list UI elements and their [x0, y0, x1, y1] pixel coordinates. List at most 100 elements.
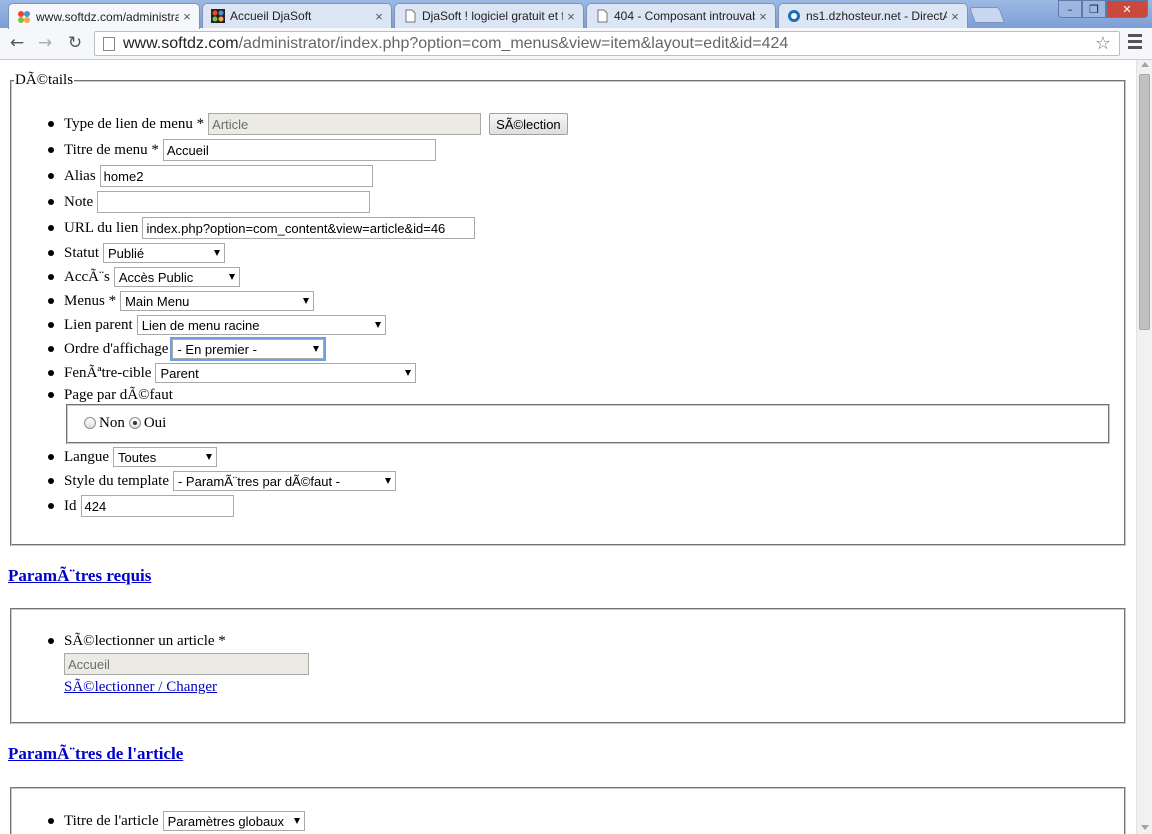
status-select[interactable]: Publié: [103, 243, 226, 263]
row-change-link: SÃ©lectionner / Changer: [64, 676, 217, 698]
row-ordre: Ordre d'affichage - En premier -: [64, 337, 327, 361]
alias-input[interactable]: home2: [99, 165, 373, 187]
list-bullet: [48, 478, 54, 484]
menus-select[interactable]: Main Menu: [120, 291, 315, 311]
article-title-select[interactable]: Paramètres globaux: [162, 811, 305, 831]
list-bullet: [48, 250, 54, 256]
type-input[interactable]: Article: [208, 113, 482, 135]
radio-oui-label: Oui: [143, 414, 167, 431]
dropdown-arrow-icon: [303, 298, 310, 304]
select-article-label: SÃ©lectionner un article *: [64, 632, 226, 649]
row-fenetre: FenÃªtre-cible Parent: [64, 362, 417, 384]
tab-accueil-djasoft[interactable]: Accueil DjaSoft ×: [202, 3, 392, 28]
page-icon: [403, 9, 417, 23]
target-select[interactable]: Parent: [155, 363, 417, 383]
row-url: URL du lien index.php?option=com_content…: [64, 217, 476, 239]
url-label: URL du lien: [64, 219, 139, 236]
dropdown-arrow-icon: [205, 454, 212, 460]
title-input[interactable]: Accueil: [162, 139, 436, 161]
tab-strip: www.softdz.com/administrat × Accueil Dja…: [0, 0, 1152, 29]
dropdown-arrow-icon: [313, 346, 320, 352]
list-bullet: [48, 392, 54, 398]
tab-close-icon[interactable]: ×: [947, 9, 963, 24]
row-note: Note: [64, 191, 371, 213]
url-host: www.softdz.com: [123, 34, 239, 52]
url-text: www.softdz.com/administrator/index.php?o…: [123, 35, 788, 53]
row-template: Style du template - ParamÃ¨tres par dÃ©f…: [64, 470, 396, 492]
row-langue: Langue Toutes: [64, 446, 217, 468]
order-select[interactable]: - En premier -: [170, 337, 327, 361]
scrollbar-thumb[interactable]: [1139, 74, 1150, 330]
template-value: - ParamÃ¨tres par dÃ©faut -: [177, 473, 341, 489]
address-bar[interactable]: www.softdz.com/administrator/index.php?o…: [94, 31, 1120, 56]
tab-softdz-admin[interactable]: www.softdz.com/administrat ×: [8, 3, 200, 29]
default-radio-row: Non Oui: [84, 412, 170, 434]
row-page-defaut: Page par dÃ©faut: [64, 384, 177, 406]
row-article-value: Accueil: [64, 653, 309, 675]
title-label: Titre de menu *: [64, 141, 159, 158]
article-title-value: Paramètres globaux: [167, 813, 284, 829]
joomla-icon: [17, 10, 31, 24]
tab-close-icon[interactable]: ×: [179, 9, 195, 24]
parent-select[interactable]: Lien de menu racine: [136, 315, 386, 335]
tab-dzhosteur[interactable]: ns1.dzhosteur.net - DirectAd ×: [778, 3, 968, 28]
row-statut: Statut Publié: [64, 242, 226, 264]
radio-non[interactable]: [84, 417, 96, 429]
dropdown-arrow-icon: [228, 274, 235, 280]
tab-close-icon[interactable]: ×: [755, 9, 771, 24]
list-bullet: [48, 298, 54, 304]
menus-label: Menus *: [64, 292, 117, 309]
list-bullet: [48, 503, 54, 509]
status-value: Publié: [108, 245, 145, 261]
list-bullet: [48, 638, 54, 644]
select-change-article-link[interactable]: SÃ©lectionner / Changer: [64, 679, 217, 696]
required-params-heading-link[interactable]: ParamÃ¨tres requis: [8, 566, 151, 586]
list-bullet: [48, 225, 54, 231]
dropdown-arrow-icon: [214, 250, 221, 256]
row-article-title: Titre de l'article Paramètres globaux: [64, 810, 305, 832]
default-label: Page par dÃ©faut: [64, 386, 173, 403]
scroll-up-arrow-icon[interactable]: [1141, 62, 1149, 67]
select-type-button[interactable]: SÃ©lection: [489, 113, 568, 135]
article-input[interactable]: Accueil: [64, 653, 309, 675]
radio-oui[interactable]: [128, 417, 141, 429]
list-bullet: [48, 370, 54, 376]
tab-djasoft-logiciel[interactable]: DjaSoft ! logiciel gratuit et fo ×: [394, 3, 584, 28]
globe-icon: [787, 9, 801, 23]
access-select[interactable]: Accès Public: [113, 267, 240, 287]
list-bullet: [48, 818, 54, 824]
target-value: Parent: [160, 365, 199, 381]
template-select[interactable]: - ParamÃ¨tres par dÃ©faut -: [172, 471, 396, 491]
back-arrow-icon[interactable]: ←: [6, 32, 28, 54]
row-id: Id 424: [64, 495, 234, 517]
tab-title: www.softdz.com/administrat: [36, 9, 179, 24]
list-bullet: [48, 274, 54, 280]
row-acces: AccÃ¨s Accès Public: [64, 266, 240, 288]
access-label: AccÃ¨s: [64, 268, 110, 285]
tab-close-icon[interactable]: ×: [563, 9, 579, 24]
details-legend: DÃ©tails: [15, 72, 74, 88]
page-icon: [103, 36, 115, 51]
tab-404-composant[interactable]: 404 - Composant introuvable ×: [586, 3, 776, 28]
order-value: - En premier -: [177, 341, 257, 357]
reload-icon[interactable]: ↻: [64, 32, 86, 54]
id-input[interactable]: 424: [80, 495, 234, 517]
row-titre: Titre de menu * Accueil: [64, 139, 436, 161]
vertical-scrollbar[interactable]: [1136, 60, 1152, 834]
chrome-menu-icon[interactable]: [1128, 34, 1142, 52]
row-select-article: SÃ©lectionner un article *: [64, 630, 230, 652]
article-params-heading-link[interactable]: ParamÃ¨tres de l'article: [8, 744, 183, 764]
note-input[interactable]: [97, 191, 371, 213]
window-minimize-button[interactable]: –: [1058, 0, 1082, 18]
bookmark-star-icon[interactable]: ☆: [1095, 33, 1111, 54]
window-close-button[interactable]: ✕: [1106, 0, 1148, 18]
id-label: Id: [64, 497, 77, 514]
forward-arrow-icon[interactable]: →: [34, 32, 56, 54]
tab-close-icon[interactable]: ×: [371, 9, 387, 24]
window-maximize-button[interactable]: ❐: [1082, 0, 1106, 18]
url-input[interactable]: index.php?option=com_content&view=articl…: [142, 217, 476, 239]
scroll-down-arrow-icon[interactable]: [1141, 825, 1149, 830]
row-alias: Alias home2: [64, 165, 373, 187]
new-tab-button[interactable]: [969, 7, 1005, 23]
language-select[interactable]: Toutes: [112, 447, 217, 467]
